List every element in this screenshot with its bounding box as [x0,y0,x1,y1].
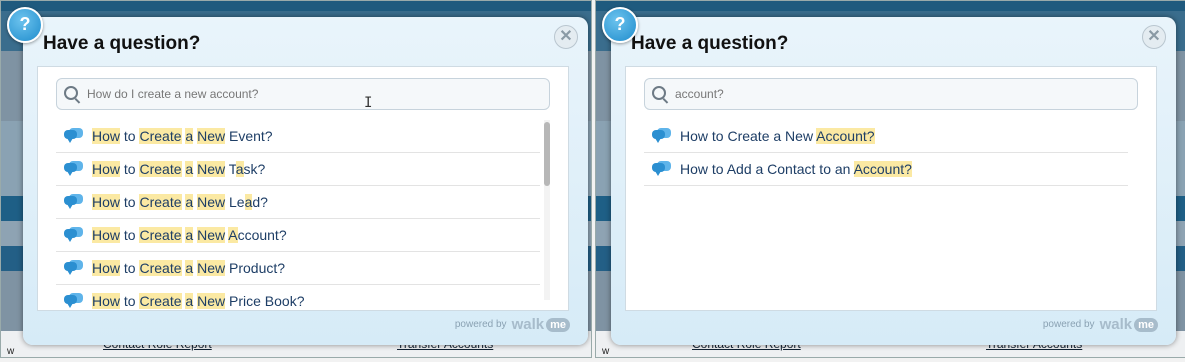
highlighted-term: New [197,260,226,276]
bg-letter: w [7,346,15,357]
highlighted-term: Create [139,194,182,210]
search-icon [652,86,666,100]
result-text-segment: Event? [225,128,273,144]
result-link-text[interactable]: How to Create a New Task? [92,161,265,177]
walkme-logo-me: me [1134,317,1158,332]
result-text-segment: to [120,260,140,276]
results-panel: How to Create a New Account?How to Add a… [625,66,1157,311]
highlighted-term: Create [139,227,182,243]
results-list: How to Create a New Event? How to Create … [56,120,540,310]
highlighted-term: A [228,227,238,243]
help-question-icon[interactable]: ? [7,7,43,43]
result-link-text[interactable]: How to Create a New Event? [92,128,273,144]
highlighted-term: New [197,227,226,243]
highlighted-term: New [197,293,226,309]
chat-bubble-icon [64,293,86,309]
scrollbar-thumb[interactable] [544,122,550,186]
highlighted-term: Create [139,128,182,144]
help-dialog: Have a question? ✕ How to Create a New A… [611,17,1176,345]
close-button[interactable]: ✕ [554,25,578,49]
result-link-text[interactable]: How to Create a New Lead? [92,194,268,210]
highlighted-term: New [197,194,226,210]
bg-letter: w [602,346,610,357]
highlighted-term: How [92,293,121,309]
result-text-segment: Product? [225,260,286,276]
result-text-segment: How to Create a New [680,128,817,144]
highlighted-term: Account? [853,161,912,177]
walkme-logo-me: me [546,317,570,332]
result-text-segment: sk? [243,161,266,177]
highlighted-term: Create [139,293,182,309]
result-item[interactable]: How to Create a New Event? [56,120,540,153]
search-box[interactable] [56,78,550,110]
result-text-segment: Price Book? [225,293,305,309]
walkme-logo-walk: walk [1099,316,1133,333]
highlighted-term: Account? [816,128,875,144]
help-question-icon[interactable]: ? [602,7,638,43]
dialog-title: Have a question? [43,33,201,54]
powered-by-label: powered by [1042,319,1095,330]
highlighted-term: How [92,194,121,210]
result-item[interactable]: How to Create a New Price Book? [56,285,540,310]
walkme-logo-walk: walk [511,316,545,333]
powered-by-label: powered by [454,319,507,330]
highlighted-term: How [92,260,121,276]
chat-bubble-icon [64,161,86,177]
result-text-segment: d? [252,194,268,210]
result-item[interactable]: How to Create a New Lead? [56,186,540,219]
chat-bubble-icon [652,128,674,144]
highlighted-term: New [197,161,226,177]
result-text-segment: How to Add a Contact to an [680,161,854,177]
result-item[interactable]: How to Create a New Account? [56,219,540,252]
powered-by-walkme[interactable]: powered by walk me [1043,316,1158,333]
powered-by-walkme[interactable]: powered by walk me [455,316,570,333]
result-text-segment: to [120,161,140,177]
result-link-text[interactable]: How to Create a New Price Book? [92,293,304,309]
dialog-title: Have a question? [631,33,789,54]
result-text-segment: ccount? [237,227,287,243]
chat-bubble-icon [64,260,86,276]
results-panel: I How to Create a New Event?How to Creat… [37,66,569,311]
result-link-text[interactable]: How to Create a New Product? [92,260,285,276]
result-link-text[interactable]: How to Create a New Account? [92,227,287,243]
search-input[interactable] [87,87,527,101]
result-text-segment: to [120,227,140,243]
help-dialog: Have a question? ✕ I How to Create a New… [23,17,588,345]
result-item[interactable]: How to Create a New Task? [56,153,540,186]
result-text-segment: Le [225,194,245,210]
result-text-segment: to [120,293,140,309]
result-item[interactable]: How to Create a New Product? [56,252,540,285]
highlighted-term: Create [139,161,182,177]
result-text-segment: T [225,161,236,177]
highlighted-term: Create [139,260,182,276]
chat-bubble-icon [64,227,86,243]
results-list: How to Create a New Account? How to Add a… [644,120,1128,186]
results-scrollbar[interactable] [544,120,550,300]
right-screenshot: w Contact Role Report Transfer Accounts … [595,0,1185,358]
chat-bubble-icon [652,161,674,177]
highlighted-term: New [197,128,226,144]
highlighted-term: How [92,227,121,243]
result-link-text[interactable]: How to Create a New Account? [680,128,875,144]
highlighted-term: a [235,161,244,177]
result-link-text[interactable]: How to Add a Contact to an Account? [680,161,912,177]
highlighted-term: How [92,161,121,177]
text-cursor-icon: I [364,95,373,111]
result-text-segment: to [120,194,140,210]
close-button[interactable]: ✕ [1142,25,1166,49]
search-icon [64,86,78,100]
result-item[interactable]: How to Create a New Account? [644,120,1128,153]
result-text-segment: to [120,128,140,144]
result-item[interactable]: How to Add a Contact to an Account? [644,153,1128,186]
highlighted-term: How [92,128,121,144]
search-box[interactable] [644,78,1138,110]
chat-bubble-icon [64,194,86,210]
left-screenshot: w Contact Role Report Transfer Accounts … [0,0,592,358]
chat-bubble-icon [64,128,86,144]
search-input[interactable] [675,87,1115,101]
app-topbar [1,1,591,11]
app-topbar [596,1,1185,11]
